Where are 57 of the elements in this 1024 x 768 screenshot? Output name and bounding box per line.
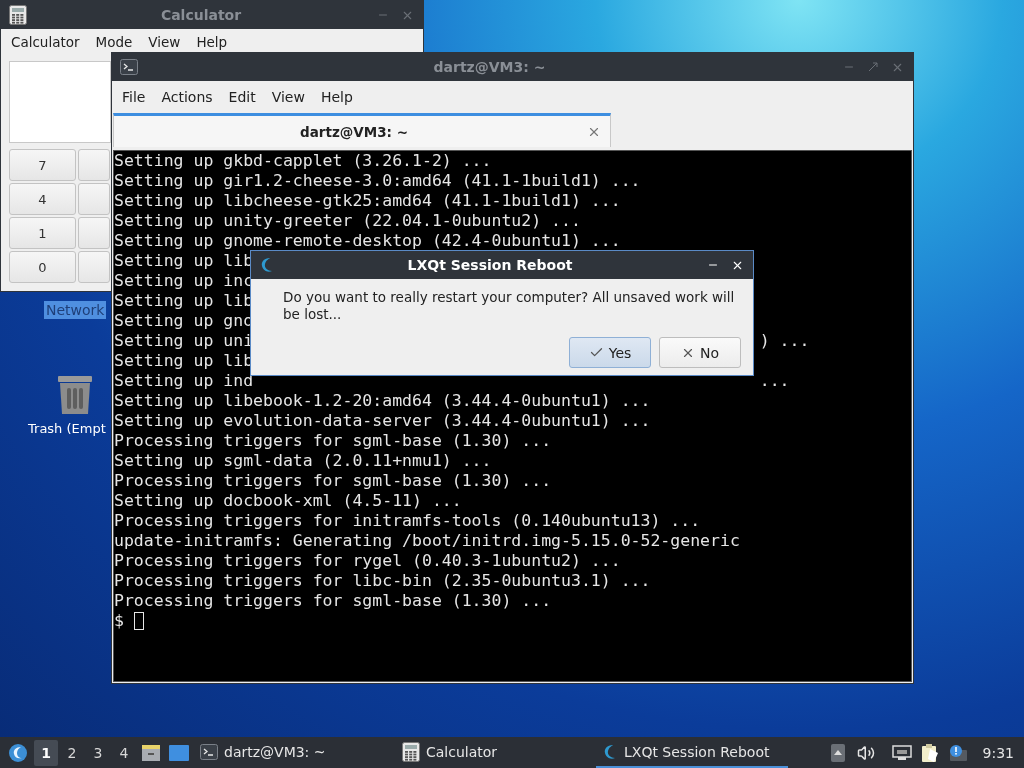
desktop-switch[interactable]: 1 <box>34 739 58 766</box>
clock[interactable]: 9:31 <box>982 744 1014 761</box>
terminal-line: ... <box>759 371 790 391</box>
calculator-key[interactable]: 0 <box>9 251 76 283</box>
desktop-switch[interactable]: 2 <box>60 739 84 766</box>
calculator-key[interactable]: 7 <box>9 149 76 181</box>
terminal-line: Setting up uni <box>114 331 254 351</box>
taskbar-task[interactable]: dartz@VM3: ~ <box>194 737 394 768</box>
dialog-message: Do you want to really restart your computer? All unsaved work will be lost... <box>283 289 736 323</box>
terminal-line: Processing triggers for sgml-base (1.30) ... <box>114 431 552 451</box>
terminal-line: Processing triggers for initramfs-tools (0.140ubuntu13) ... <box>114 511 701 531</box>
terminal-line: Processing triggers for libc-bin (2.35-0ubuntu3.1) ... <box>114 571 651 591</box>
terminal-line: ) ... <box>759 331 810 351</box>
yes-button[interactable]: Yes <box>569 337 651 368</box>
terminal-line: Setting up sgml-data (2.0.11+nmu1) ... <box>114 451 492 471</box>
terminal-line: Processing triggers for sgml-base (1.30) ... <box>114 471 552 491</box>
trash-icon[interactable] <box>56 373 94 415</box>
desktop-icon-label[interactable]: Trash (Empt <box>26 420 108 437</box>
menu-item[interactable]: File <box>116 87 152 107</box>
terminal-icon <box>120 59 138 75</box>
menu-item[interactable]: Help <box>190 32 234 52</box>
text-cursor <box>133 612 144 630</box>
menu-item[interactable]: View <box>265 87 311 107</box>
calculator-icon <box>402 741 420 762</box>
terminal-line: Setting up libebook-1.2-20:amd64 (3.44.4-0ubuntu1) ... <box>114 391 651 411</box>
terminal-line: Setting up gnome-remote-desktop (42.4-0ubuntu1) ... <box>114 231 621 251</box>
terminal-line: Setting up docbook-xml (4.5-11) ... <box>114 491 462 511</box>
desktop-switch[interactable]: 3 <box>86 739 110 766</box>
terminal-line: Setting up gir1.2-cheese-3.0:amd64 (41.1-1build1) ... <box>114 171 641 191</box>
desktop-switch[interactable]: 4 <box>112 739 136 766</box>
menu-item[interactable]: Actions <box>155 87 219 107</box>
window-title: dartz@VM3: ~ <box>432 59 547 75</box>
terminal-line: Processing triggers for rygel (0.40.3-1ubuntu2) ... <box>114 551 621 571</box>
terminal-tab[interactable]: dartz@VM3: ~ <box>113 113 611 147</box>
taskbar-task[interactable]: Calculator <box>396 737 594 768</box>
menu-item[interactable]: View <box>142 32 187 52</box>
maximize-icon[interactable] <box>868 62 878 72</box>
taskbar-task[interactable]: LXQt Session Reboot <box>596 737 788 768</box>
calculator-icon <box>9 5 27 25</box>
calculator-key[interactable]: 4 <box>9 183 76 215</box>
window-title: Calculator <box>159 7 243 23</box>
terminal-line: Setting up libcheese-gtk25:amd64 (41.1-1build1) ... <box>114 191 621 211</box>
menu-item[interactable]: Edit <box>222 87 262 107</box>
terminal-line: Setting up evolution-data-server (3.44.4-0ubuntu1) ... <box>114 411 651 431</box>
terminal-line: Setting up gkbd-capplet (3.26.1-2) ... <box>114 151 492 171</box>
no-button[interactable]: No <box>659 337 741 368</box>
calculator-key[interactable]: 1 <box>9 217 76 249</box>
terminal-line: Processing triggers for sgml-base (1.30) ... <box>114 591 552 611</box>
terminal-line: Setting up unity-greeter (22.04.1-0ubuntu2) ... <box>114 211 581 231</box>
terminal-line: Setting up ind <box>114 371 254 391</box>
menu-item[interactable]: Calculator <box>5 32 86 52</box>
menu-item[interactable]: Mode <box>89 32 139 52</box>
shell-prompt: $ <box>114 611 124 631</box>
terminal-icon <box>200 743 218 760</box>
terminal-line: update-initramfs: Generating /boot/initrd.img-5.15.0-52-generic <box>114 531 740 551</box>
menu-item[interactable]: Help <box>314 87 359 107</box>
window-title: LXQt Session Reboot <box>406 257 574 273</box>
